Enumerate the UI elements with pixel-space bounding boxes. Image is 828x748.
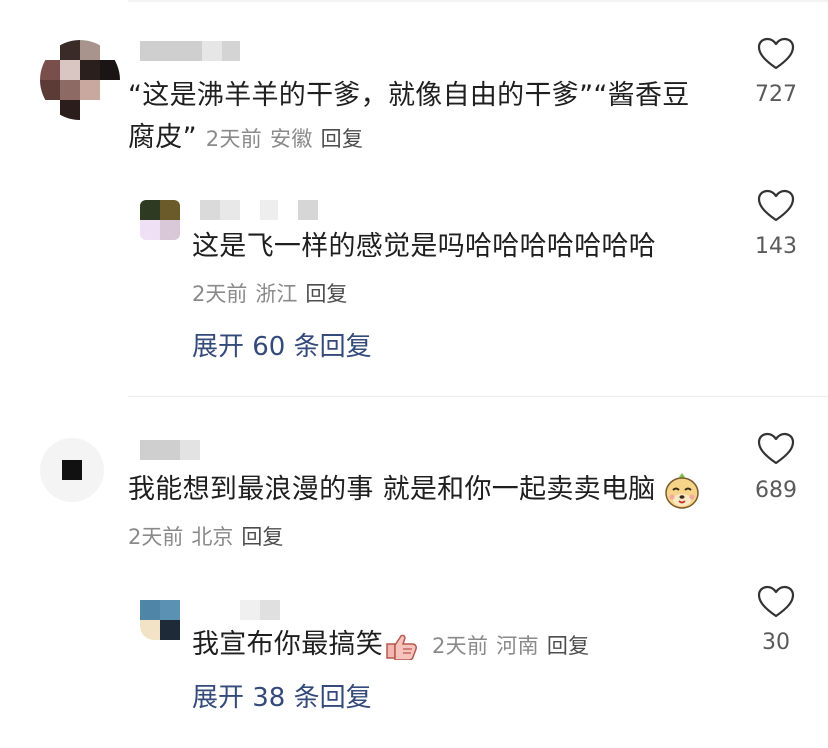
dog-face-emoji — [665, 472, 700, 509]
comment-text: 我能想到最浪漫的事 就是和你一起卖卖电脑 — [128, 469, 700, 511]
username-blurred[interactable] — [240, 600, 280, 620]
comment-text: “这是沸羊羊的干爹，就像自由的干爹”“酱香豆 腐皮” 2天前 安徽 回复 — [128, 75, 738, 159]
reply-button[interactable]: 回复 — [305, 282, 347, 306]
username-blurred[interactable] — [200, 200, 318, 220]
like-count: 143 — [755, 234, 797, 259]
reply-text: 我宣布你最搞笑 2天前 河南 回复 — [192, 624, 597, 666]
comment-meta: 2天前 北京 回复 — [128, 523, 291, 551]
avatar[interactable] — [140, 200, 180, 240]
username-blurred[interactable] — [140, 440, 200, 460]
reply-time: 2天前 — [432, 634, 489, 658]
reply-button[interactable]: 回复 — [241, 525, 283, 549]
comment-location: 北京 — [191, 525, 234, 549]
comment-time: 2天前 — [128, 525, 184, 549]
reply-time: 2天前 — [192, 282, 248, 306]
avatar[interactable] — [40, 40, 120, 120]
avatar[interactable] — [40, 438, 104, 502]
like-count: 727 — [755, 82, 797, 107]
reply-location: 河南 — [496, 634, 539, 658]
like-count: 689 — [755, 478, 797, 503]
comment-text-line-2-row: 腐皮” 2天前 安徽 回复 — [128, 117, 738, 159]
reply-button[interactable]: 回复 — [547, 634, 590, 658]
comment-text-line-1: “这是沸羊羊的干爹，就像自由的干爹”“酱香豆 — [128, 80, 690, 111]
reply-meta: 2天前 浙江 回复 — [192, 280, 355, 308]
reply-button[interactable]: 回复 — [321, 127, 364, 151]
reply-text-body: 我宣布你最搞笑 — [192, 629, 384, 660]
reply-meta: 2天前 河南 回复 — [432, 634, 597, 658]
heart-outline-icon[interactable] — [757, 37, 795, 71]
heart-outline-icon[interactable] — [757, 189, 795, 223]
like-count: 30 — [762, 630, 790, 655]
comment-text-body: 我能想到最浪漫的事 就是和你一起卖卖电脑 — [128, 474, 656, 505]
comment-text-line-2: 腐皮” — [128, 122, 197, 153]
thumbs-up-emoji — [386, 634, 418, 660]
heart-outline-icon[interactable] — [757, 432, 795, 466]
comment-time: 2天前 — [205, 127, 263, 151]
comment-location: 安徽 — [270, 127, 313, 151]
heart-outline-icon[interactable] — [757, 585, 795, 619]
reply-text: 这是飞一样的感觉是吗哈哈哈哈哈哈哈 — [192, 231, 657, 262]
expand-replies-button[interactable]: 展开 38 条回复 — [192, 680, 372, 716]
top-divider — [128, 0, 828, 2]
avatar[interactable] — [140, 600, 180, 640]
comment-meta: 2天前 安徽 回复 — [206, 127, 371, 151]
comment-divider — [128, 396, 828, 397]
username-blurred[interactable] — [140, 41, 240, 61]
reply-location: 浙江 — [255, 282, 298, 306]
expand-replies-button[interactable]: 展开 60 条回复 — [192, 329, 372, 365]
